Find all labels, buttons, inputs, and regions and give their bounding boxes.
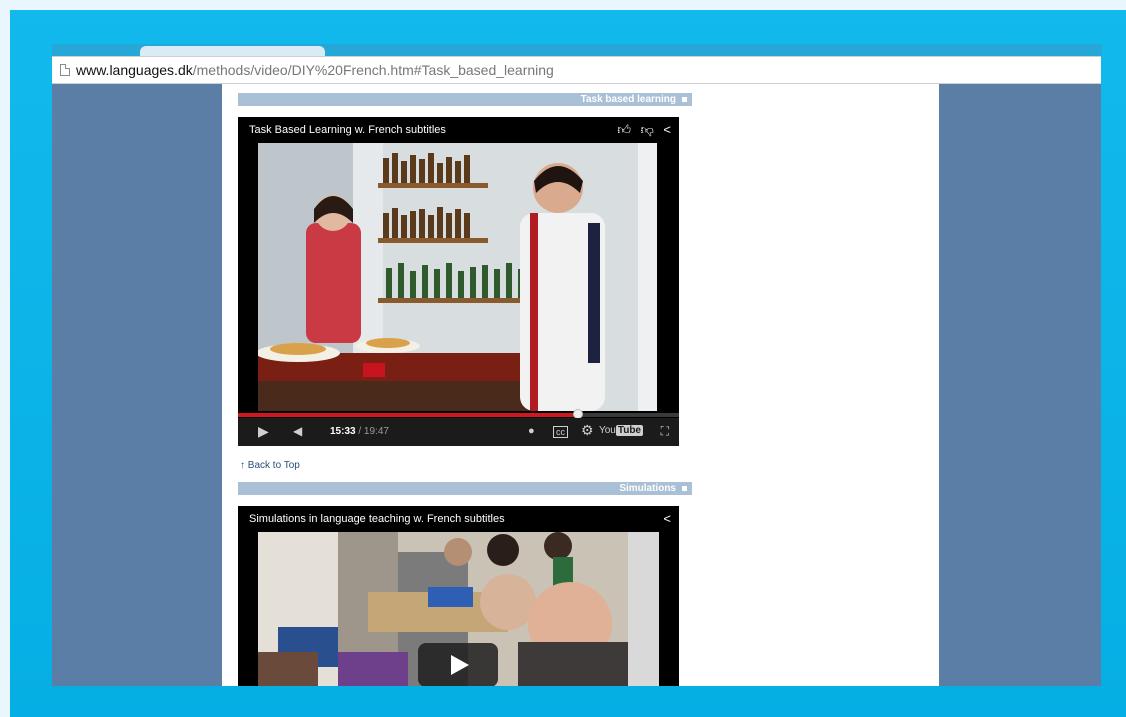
address-bar[interactable]: www.languages.dk/methods/video/DIY%20Fre… (52, 56, 1101, 84)
section-heading-task-based: Task based learning (238, 93, 692, 106)
play-icon[interactable]: ▶ (258, 423, 269, 440)
square-bullet-icon (682, 97, 687, 102)
play-button-overlay[interactable] (418, 643, 498, 686)
player-controls: ▶ ◀ 15:33 / 19:47 ● cc ⚙ You Tube ⛶ (238, 418, 679, 446)
time-current: 15:33 (330, 426, 356, 437)
volume-icon[interactable]: ◀ (293, 424, 302, 438)
video-actions: 👍︎ 👎︎ < (611, 122, 671, 138)
browser-tab[interactable] (140, 46, 325, 56)
browser-viewport: Task based learning Task Based Learning … (52, 84, 1101, 686)
url-text[interactable]: www.languages.dk/methods/video/DIY%20Fre… (76, 62, 554, 78)
video-frame-bar-scene[interactable] (258, 143, 657, 411)
video-title[interactable]: Simulations in language teaching w. Fren… (249, 513, 505, 525)
youtube-logo[interactable]: You Tube (599, 425, 643, 436)
section-heading-label: Simulations (619, 483, 676, 494)
video-player-simulations[interactable]: Simulations in language teaching w. Fren… (238, 506, 679, 686)
gear-icon[interactable]: ⚙ (581, 422, 594, 439)
page-icon (60, 64, 70, 76)
fullscreen-icon[interactable]: ⛶ (661, 424, 669, 439)
info-icon[interactable]: ● (528, 425, 535, 437)
video-still-image (258, 143, 657, 411)
url-path: /methods/video/DIY%20French.htm#Task_bas… (192, 62, 554, 78)
youtube-logo-box: Tube (615, 425, 643, 436)
section-heading-label: Task based learning (580, 94, 676, 105)
thumbs-down-icon[interactable]: 👎︎ (641, 122, 654, 137)
video-actions: < (657, 511, 671, 526)
video-player-task-based[interactable]: Task Based Learning w. French subtitles … (238, 117, 679, 446)
captions-icon[interactable]: cc (553, 426, 568, 438)
progress-bar[interactable] (238, 409, 679, 419)
time-total: / 19:47 (355, 426, 389, 437)
url-domain: www.languages.dk (76, 62, 193, 78)
back-to-top-link[interactable]: ↑ Back to Top (240, 460, 300, 471)
square-bullet-icon (682, 486, 687, 491)
thumbs-up-icon[interactable]: 👍︎ (617, 122, 631, 137)
left-edge (0, 0, 10, 717)
page-content: Task based learning Task Based Learning … (222, 84, 939, 686)
share-icon[interactable]: < (663, 511, 671, 526)
share-icon[interactable]: < (663, 122, 671, 137)
video-title[interactable]: Task Based Learning w. French subtitles (249, 124, 446, 136)
top-edge (0, 0, 1126, 10)
progress-played (238, 413, 578, 417)
section-heading-simulations: Simulations (238, 482, 692, 495)
youtube-logo-text: You (598, 425, 616, 436)
time-display: 15:33 / 19:47 (330, 426, 389, 437)
back-to-top-label: Back to Top (247, 460, 300, 471)
